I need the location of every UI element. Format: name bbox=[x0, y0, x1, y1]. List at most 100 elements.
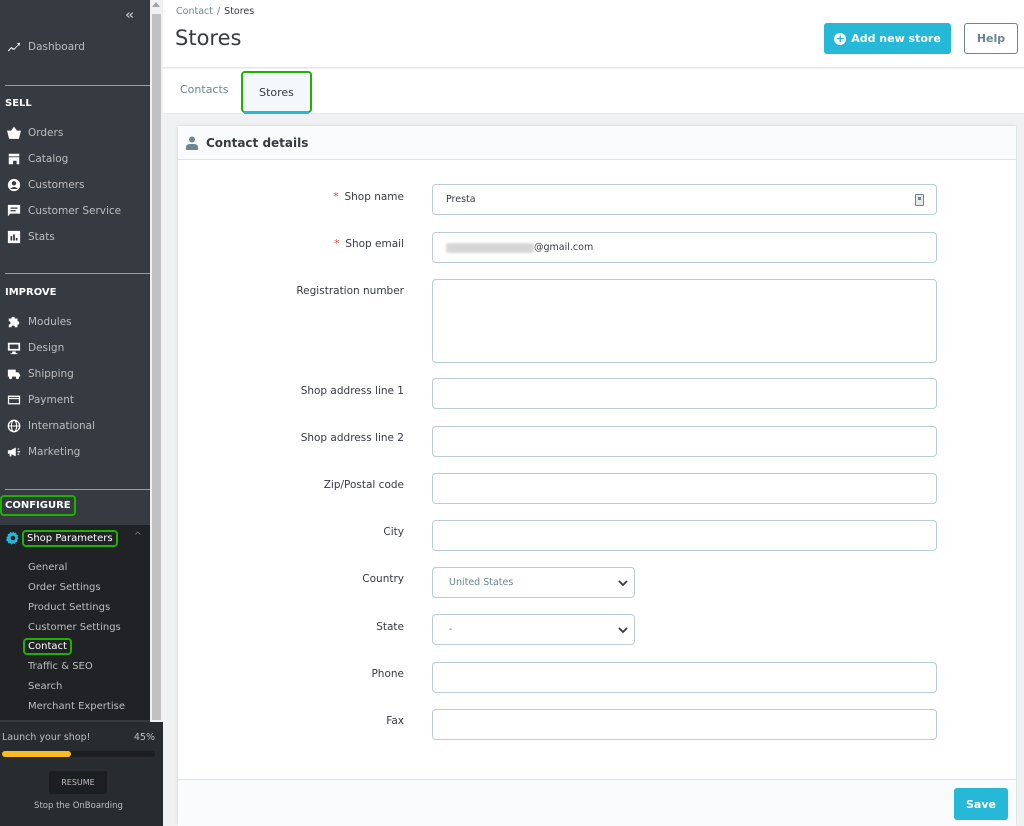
sidebar-scrollbar[interactable] bbox=[150, 0, 163, 722]
city-input[interactable] bbox=[432, 520, 937, 551]
sidebar-item-label: Modules bbox=[28, 316, 72, 328]
shop-name-value: Presta bbox=[446, 194, 476, 205]
submenu-item-order-settings[interactable]: Order Settings bbox=[28, 582, 101, 593]
onboarding-percent: 45% bbox=[133, 732, 155, 743]
sidebar-item-label: Stats bbox=[28, 231, 55, 243]
submenu-item-product-settings[interactable]: Product Settings bbox=[28, 602, 110, 613]
help-button[interactable]: Help bbox=[964, 23, 1018, 54]
sidebar-divider bbox=[5, 85, 150, 86]
sidebar-item-stats[interactable]: Stats bbox=[0, 226, 150, 248]
gear-icon bbox=[6, 531, 19, 545]
sidebar-item-catalog[interactable]: Catalog bbox=[0, 148, 150, 170]
onboarding-panel: Launch your shop! 45% RESUME Stop the On… bbox=[0, 722, 163, 826]
sidebar-item-label: Dashboard bbox=[28, 41, 85, 53]
country-label: Country bbox=[362, 573, 404, 585]
chat-icon bbox=[6, 204, 22, 218]
breadcrumb-current: Stores bbox=[224, 6, 255, 17]
sidebar-item-label: Marketing bbox=[28, 446, 81, 458]
scrollbar-thumb[interactable] bbox=[152, 14, 161, 720]
onboarding-progress-fill bbox=[2, 751, 71, 757]
sidebar-item-customers[interactable]: Customers bbox=[0, 174, 150, 196]
add-new-store-button[interactable]: + Add new store bbox=[824, 23, 951, 54]
required-marker: * bbox=[334, 238, 340, 250]
breadcrumb: Contact / Stores bbox=[176, 6, 254, 17]
fax-input[interactable] bbox=[432, 709, 937, 740]
submenu-item-search[interactable]: Search bbox=[28, 681, 62, 692]
puzzle-icon bbox=[6, 315, 22, 329]
sidebar-item-label: Customers bbox=[28, 179, 85, 191]
section-title-sell: SELL bbox=[5, 98, 32, 109]
onboarding-progress-bar bbox=[2, 751, 155, 757]
registration-number-textarea[interactable] bbox=[432, 279, 937, 363]
card-footer: Save bbox=[178, 779, 1016, 826]
sidebar-item-shop-parameters[interactable]: Shop Parameters ^ bbox=[0, 527, 150, 549]
state-select[interactable]: - bbox=[432, 614, 635, 645]
zip-input[interactable] bbox=[432, 473, 937, 504]
breadcrumb-separator: / bbox=[216, 6, 221, 17]
page-header: Contact / Stores Stores + Add new store He… bbox=[163, 0, 1024, 68]
megaphone-icon bbox=[6, 445, 22, 459]
state-value: - bbox=[449, 624, 453, 635]
basket-icon bbox=[6, 126, 22, 140]
desktop-icon bbox=[6, 341, 22, 355]
bar-chart-icon bbox=[6, 230, 22, 244]
contact-card-icon[interactable] bbox=[915, 194, 924, 206]
sidebar-item-shipping[interactable]: Shipping bbox=[0, 363, 150, 385]
shop-email-input[interactable]: @gmail.com bbox=[432, 232, 937, 263]
sidebar-item-label: Catalog bbox=[28, 153, 69, 165]
zip-label: Zip/Postal code bbox=[323, 479, 404, 491]
address2-input[interactable] bbox=[432, 426, 937, 457]
phone-label: Phone bbox=[371, 668, 404, 680]
credit-card-icon bbox=[6, 393, 22, 407]
registration-number-label: Registration number bbox=[296, 285, 404, 297]
chevron-down-icon bbox=[618, 580, 628, 587]
stop-onboarding-link[interactable]: Stop the OnBoarding bbox=[0, 801, 157, 811]
submenu-item-traffic-seo[interactable]: Traffic & SEO bbox=[28, 661, 93, 672]
page-scrollbar[interactable] bbox=[1017, 114, 1024, 826]
tabs: Contacts Stores bbox=[163, 69, 1024, 114]
submenu-item-general[interactable]: General bbox=[28, 562, 67, 573]
store-icon bbox=[6, 152, 22, 166]
chevron-up-icon[interactable]: ^ bbox=[134, 531, 142, 542]
breadcrumb-link-contact[interactable]: Contact bbox=[176, 6, 213, 17]
collapse-sidebar-icon[interactable]: ‹‹ bbox=[125, 8, 134, 23]
sidebar-item-label: International bbox=[28, 420, 96, 432]
sidebar-item-modules[interactable]: Modules bbox=[0, 311, 150, 333]
address2-label: Shop address line 2 bbox=[300, 432, 404, 444]
card-header: Contact details bbox=[178, 126, 1016, 160]
shop-name-label: * Shop name bbox=[333, 191, 404, 203]
phone-input[interactable] bbox=[432, 662, 937, 693]
sidebar-item-design[interactable]: Design bbox=[0, 337, 150, 359]
user-icon bbox=[186, 136, 198, 150]
sidebar-divider bbox=[5, 273, 150, 274]
sidebar-item-label: Payment bbox=[28, 394, 74, 406]
sidebar-item-dashboard[interactable]: Dashboard bbox=[0, 36, 150, 58]
sidebar-item-payment[interactable]: Payment bbox=[0, 389, 150, 411]
submenu-item-contact[interactable]: Contact bbox=[23, 638, 72, 655]
tab-contacts[interactable]: Contacts bbox=[180, 83, 229, 96]
submenu-item-merchant-expertise[interactable]: Merchant Expertise bbox=[28, 701, 125, 712]
required-marker: * bbox=[333, 191, 339, 203]
scroll-up-icon[interactable] bbox=[152, 2, 160, 7]
label-text: Shop email bbox=[345, 238, 404, 250]
sidebar-item-international[interactable]: International bbox=[0, 415, 150, 437]
section-title-configure: CONFIGURE bbox=[0, 495, 76, 516]
account-circle-icon bbox=[6, 178, 22, 192]
card-title: Contact details bbox=[206, 135, 309, 150]
sidebar-item-label: Shipping bbox=[28, 368, 74, 380]
sidebar-item-label: Shop Parameters bbox=[22, 529, 118, 547]
tab-stores[interactable]: Stores bbox=[241, 71, 312, 113]
country-value: United States bbox=[449, 577, 514, 588]
submenu-item-customer-settings[interactable]: Customer Settings bbox=[28, 622, 121, 633]
label-text: Shop name bbox=[344, 191, 404, 203]
country-select[interactable]: United States bbox=[432, 567, 635, 598]
address1-input[interactable] bbox=[432, 378, 937, 409]
sidebar-item-orders[interactable]: Orders bbox=[0, 122, 150, 144]
shop-name-input[interactable]: Presta bbox=[432, 184, 937, 215]
onboarding-title: Launch your shop! bbox=[2, 732, 91, 743]
sidebar-item-marketing[interactable]: Marketing bbox=[0, 441, 150, 463]
resume-button[interactable]: RESUME bbox=[49, 771, 107, 794]
sidebar-divider bbox=[5, 489, 150, 490]
sidebar-item-customer-service[interactable]: Customer Service bbox=[0, 200, 150, 222]
save-button[interactable]: Save bbox=[954, 788, 1008, 820]
